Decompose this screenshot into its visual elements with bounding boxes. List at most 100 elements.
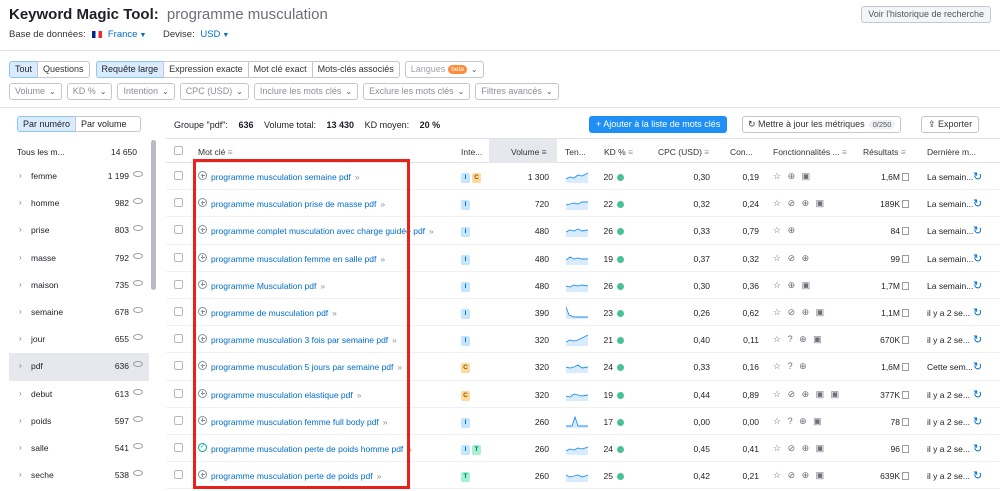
group-item[interactable]: › poids 597 (9, 408, 149, 435)
serp-features-icons[interactable]: ☆ ? ⊕ (773, 361, 809, 372)
group-item[interactable]: › masse 792 (9, 245, 149, 272)
select-all-checkbox[interactable] (174, 146, 183, 155)
match-related[interactable]: Mots-clés associés (311, 61, 400, 78)
serp-snapshot-icon[interactable] (902, 173, 909, 181)
refresh-icon[interactable]: ↻ (973, 279, 982, 292)
update-metrics-button[interactable]: ↻ Mettre à jour les métriques 0/250 (742, 116, 902, 133)
refresh-icon[interactable]: ↻ (973, 224, 982, 237)
col-keyword[interactable]: Mot clé ≡ (198, 147, 233, 157)
serp-snapshot-icon[interactable] (902, 472, 909, 481)
serp-features-icons[interactable]: ☆ ? ⊕ ▣ (773, 416, 824, 427)
eye-icon[interactable] (133, 442, 143, 449)
tab-questions[interactable]: Questions (37, 61, 90, 78)
eye-icon[interactable] (133, 252, 143, 259)
col-kd[interactable]: KD % ≡ (604, 147, 633, 157)
filter-include[interactable]: Inclure les mots clés ⌄ (253, 83, 359, 100)
group-item[interactable]: › femme 1 199 (9, 163, 149, 190)
serp-snapshot-icon[interactable] (902, 309, 909, 317)
row-checkbox[interactable] (174, 171, 183, 180)
filter-intent[interactable]: Intention ⌄ (117, 83, 175, 100)
filter-cpc[interactable]: CPC (USD) ⌄ (179, 83, 249, 100)
refresh-icon[interactable]: ↻ (973, 388, 982, 401)
tab-all[interactable]: Tout (9, 61, 39, 78)
serp-snapshot-icon[interactable] (902, 417, 909, 426)
chevron-right-icon[interactable]: › (19, 443, 22, 452)
db-select[interactable]: France (108, 29, 138, 40)
chevron-right-icon[interactable]: › (19, 416, 22, 425)
export-button[interactable]: ⇪ Exporter (921, 116, 980, 133)
col-features[interactable]: Fonctionnalités ... ≡ (773, 147, 847, 157)
refresh-icon[interactable]: ↻ (973, 360, 982, 373)
chevron-right-icon[interactable]: › (19, 470, 22, 479)
group-item[interactable]: › debut 613 (9, 381, 149, 408)
sort-by-number[interactable]: Par numéro (17, 116, 77, 132)
refresh-icon[interactable]: ↻ (973, 306, 982, 319)
chevron-right-icon[interactable]: › (19, 334, 22, 343)
serp-features-icons[interactable]: ☆ ⊘ ⊕ ▣ (773, 443, 826, 454)
eye-icon[interactable] (133, 306, 143, 313)
chevron-right-icon[interactable]: › (19, 280, 22, 289)
group-item[interactable]: › salle 541 (9, 435, 149, 462)
row-checkbox[interactable] (174, 415, 183, 425)
eye-icon[interactable] (133, 334, 143, 341)
sidebar-scrollbar[interactable] (151, 140, 156, 290)
row-checkbox[interactable] (174, 361, 183, 371)
chevron-right-icon[interactable]: › (19, 225, 22, 234)
serp-snapshot-icon[interactable] (902, 254, 909, 263)
languages-dropdown[interactable]: Langues beta ⌄ (404, 61, 484, 78)
chevron-down-icon[interactable]: ▼ (139, 32, 146, 39)
match-broad[interactable]: Requête large (95, 61, 165, 78)
col-results[interactable]: Résultats ≡ (863, 147, 906, 157)
chevron-right-icon[interactable]: › (19, 198, 22, 207)
all-keywords-row[interactable]: Tous les m... 14 650 (9, 141, 149, 165)
col-competition[interactable]: Con... (730, 147, 753, 157)
col-trend[interactable]: Ten... (565, 147, 586, 157)
row-checkbox[interactable] (174, 470, 183, 480)
add-to-list-button[interactable]: + Ajouter à la liste de mots clés (589, 116, 728, 133)
refresh-icon[interactable]: ↻ (973, 415, 982, 428)
col-cpc[interactable]: CPC (USD) ≡ (658, 147, 709, 157)
eye-icon[interactable] (133, 225, 143, 232)
serp-snapshot-icon[interactable] (902, 336, 909, 345)
eye-icon[interactable] (133, 388, 143, 395)
eye-icon[interactable] (133, 279, 143, 286)
serp-snapshot-icon[interactable] (902, 227, 909, 236)
serp-snapshot-icon[interactable] (902, 281, 909, 290)
serp-features-icons[interactable]: ☆ ⊘ ⊕ ▣ (773, 470, 826, 481)
serp-snapshot-icon[interactable] (902, 445, 909, 453)
match-phrase[interactable]: Expression exacte (163, 61, 249, 78)
group-item-active[interactable]: › pdf 636 (9, 353, 149, 381)
serp-features-icons[interactable]: ☆ ⊘ ⊕ (773, 253, 811, 264)
group-item[interactable]: › seche 538 (9, 462, 149, 489)
row-checkbox[interactable] (174, 443, 183, 452)
filter-volume[interactable]: Volume ⌄ (9, 83, 62, 100)
row-checkbox[interactable] (174, 198, 183, 208)
col-last-update[interactable]: Dernière m... (927, 147, 976, 157)
row-checkbox[interactable] (174, 279, 183, 289)
currency-select[interactable]: USD (200, 29, 220, 40)
col-volume[interactable]: Volume ≡ (511, 147, 547, 157)
filter-exclude[interactable]: Exclure les mots clés ⌄ (363, 83, 471, 100)
row-checkbox[interactable] (174, 307, 183, 316)
history-button[interactable]: Voir l'historique de recherche (861, 6, 991, 23)
serp-features-icons[interactable]: ☆ ⊘ ⊕ ▣ (773, 307, 826, 318)
open-serp-icon[interactable]: » (429, 226, 434, 236)
serp-snapshot-icon[interactable] (902, 363, 909, 372)
serp-features-icons[interactable]: ☆ ⊘ ⊕ ▣ ▣ (773, 389, 841, 400)
refresh-icon[interactable]: ↻ (973, 442, 982, 455)
eye-icon[interactable] (133, 361, 143, 368)
chevron-right-icon[interactable]: › (19, 389, 22, 398)
sort-by-volume[interactable]: Par volume (75, 116, 142, 132)
chevron-right-icon[interactable]: › (19, 171, 22, 180)
filter-kd[interactable]: KD % ⌄ (66, 83, 113, 100)
serp-features-icons[interactable]: ☆ ⊘ ⊕ ▣ (773, 198, 826, 209)
refresh-icon[interactable]: ↻ (973, 252, 982, 265)
refresh-icon[interactable]: ↻ (973, 197, 982, 210)
serp-snapshot-icon[interactable] (902, 200, 909, 209)
group-item[interactable]: › jour 655 (9, 326, 149, 353)
refresh-icon[interactable]: ↻ (973, 170, 982, 183)
serp-features-icons[interactable]: ☆ ⊕ (773, 225, 797, 236)
row-checkbox[interactable] (174, 252, 183, 262)
serp-features-icons[interactable]: ☆ ? ⊕ ▣ (773, 334, 824, 345)
group-item[interactable]: › prise 803 (9, 217, 149, 244)
